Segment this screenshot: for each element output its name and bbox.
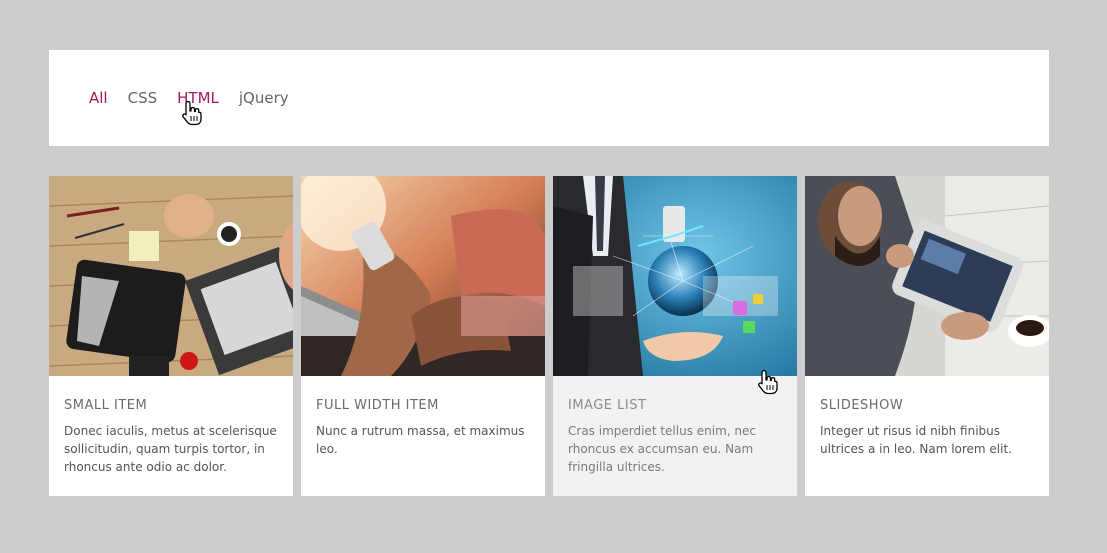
- card-title: IMAGE LIST: [568, 398, 647, 413]
- card-title: SLIDESHOW: [820, 398, 904, 413]
- filter-all[interactable]: All: [89, 88, 108, 108]
- desk-with-tablet-laptop-image: [49, 176, 293, 376]
- filter-bar: All CSS HTML jQuery: [49, 50, 1049, 146]
- card-title: FULL WIDTH ITEM: [316, 398, 439, 413]
- card-description: Donec iaculis, metus at scelerisque soll…: [64, 424, 277, 474]
- businessman-holographic-globe-image: [553, 176, 797, 376]
- portfolio-card[interactable]: SLIDESHOW Integer ut risus id nibh finib…: [805, 176, 1049, 496]
- card-body: SLIDESHOW Integer ut risus id nibh finib…: [805, 376, 1049, 458]
- card-description: Nunc a rutrum massa, et maximus leo.: [316, 424, 525, 456]
- card-title: SMALL ITEM: [64, 398, 148, 413]
- card-body: SMALL ITEM Donec iaculis, metus at scele…: [49, 376, 293, 476]
- card-body: FULL WIDTH ITEM Nunc a rutrum massa, et …: [301, 376, 545, 458]
- hand-cursor-icon: [182, 100, 202, 126]
- portfolio-grid: SMALL ITEM Donec iaculis, metus at scele…: [49, 176, 1049, 496]
- man-with-tablet-image: [805, 176, 1049, 376]
- card-description: Cras imperdiet tellus enim, nec rhoncus …: [568, 424, 756, 474]
- card-description: Integer ut risus id nibh finibus ultrice…: [820, 424, 1012, 456]
- person-with-phone-laptop-image: [301, 176, 545, 376]
- portfolio-card[interactable]: SMALL ITEM Donec iaculis, metus at scele…: [49, 176, 293, 496]
- portfolio-card[interactable]: FULL WIDTH ITEM Nunc a rutrum massa, et …: [301, 176, 545, 496]
- portfolio-card[interactable]: IMAGE LIST Cras imperdiet tellus enim, n…: [553, 176, 797, 496]
- filter-jquery[interactable]: jQuery: [239, 88, 289, 108]
- hand-cursor-icon: [758, 369, 778, 395]
- filter-css[interactable]: CSS: [128, 88, 158, 108]
